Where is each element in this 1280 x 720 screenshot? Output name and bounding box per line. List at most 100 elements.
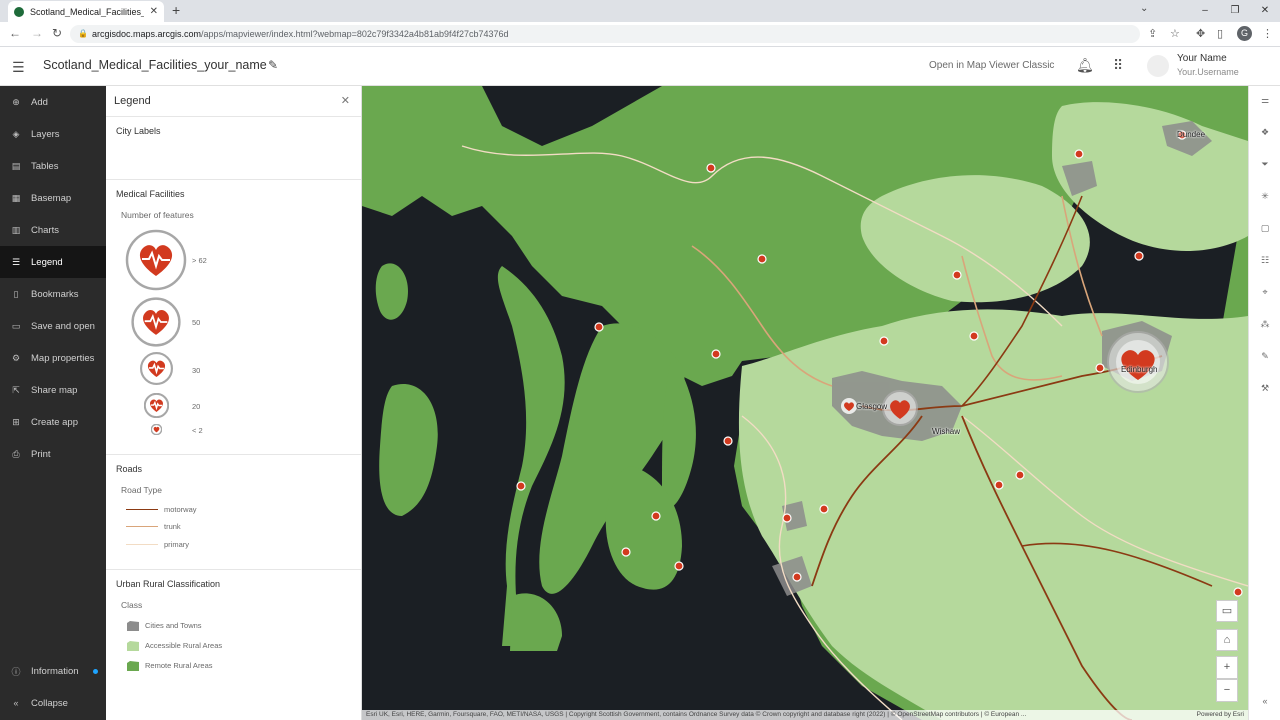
print-icon: ⎙ [12, 448, 20, 459]
legend-icon: ☰ [11, 256, 21, 267]
app-header: ☰ Scotland_Medical_Facilities_your_name … [0, 47, 1280, 86]
swatch-accessible-rural [127, 641, 139, 651]
back-icon[interactable]: ← [9, 26, 21, 40]
minimize-icon[interactable]: – [1190, 0, 1220, 22]
section-title: Urban Rural Classification [116, 579, 221, 589]
class-label: Remote Rural Areas [145, 661, 213, 670]
restore-icon[interactable]: ❐ [1220, 0, 1250, 22]
tab-title: Scotland_Medical_Facilities_your [30, 6, 144, 17]
profile-avatar[interactable]: G [1237, 26, 1252, 41]
class-label: Cities and Towns [145, 621, 202, 630]
cluster-icon[interactable]: ⁂ [1257, 319, 1273, 335]
class-label: < 2 [192, 426, 203, 435]
popups-icon[interactable]: ▢ [1257, 223, 1273, 239]
nav-item-basemap[interactable]: ▦ Basemap [0, 182, 106, 214]
styles-icon[interactable]: ❖ [1257, 127, 1273, 143]
map-title[interactable]: Scotland_Medical_Facilities_your_name [43, 58, 267, 72]
filter-icon[interactable]: ⏷ [1257, 159, 1273, 175]
nav-item-tables[interactable]: ▤ Tables [0, 150, 106, 182]
properties-sliders-icon[interactable]: ⚌ [1257, 95, 1273, 111]
close-tab-icon[interactable]: ✕ [150, 6, 158, 17]
info-icon: ⓘ [11, 666, 21, 677]
road-type-label: primary [164, 540, 190, 549]
new-tab-icon[interactable]: + [172, 2, 180, 18]
nav-collapse-button[interactable]: «Collapse [0, 687, 106, 719]
city-label-dundee: Dundee [1177, 130, 1206, 139]
nav-item-create-app[interactable]: ⊞ Create app [0, 406, 106, 438]
hamburger-menu-icon[interactable]: ☰ [12, 59, 25, 76]
gear-icon: ⚙ [11, 352, 21, 363]
expand-chevron-icon[interactable]: « [1257, 696, 1273, 712]
save-icon: ▭ [11, 320, 21, 331]
legend-section-city-labels: City Labels [106, 117, 361, 180]
close-window-icon[interactable]: ✕ [1250, 0, 1280, 22]
powered-by-esri[interactable]: Powered by Esri [1197, 710, 1244, 720]
open-classic-link[interactable]: Open in Map Viewer Classic [929, 60, 1054, 71]
url-input[interactable]: 🔒 arcgisdoc.maps.arcgis.com/apps/mapview… [70, 25, 1140, 43]
section-title: Medical Facilities [116, 189, 185, 199]
nav-item-save-and-open[interactable]: ▭ Save and open [0, 310, 106, 342]
forward-icon[interactable]: → [31, 26, 43, 40]
section-subtitle: Class [121, 600, 143, 610]
city-label-glasgow: Glasgow [856, 402, 888, 411]
user-login: Your.Username [1177, 67, 1239, 77]
map-attribution[interactable]: Esri UK, Esri, HERE, Garmin, Foursquare,… [362, 710, 1248, 720]
legend-section-roads: Roads Road Type motorway trunk primary [106, 455, 361, 570]
chart-icon: ▥ [11, 224, 21, 235]
measure-icon[interactable]: ⚒ [1257, 383, 1273, 399]
heart-symbol-large-icon [125, 229, 187, 291]
zoom-out-button[interactable]: − [1216, 679, 1238, 702]
browser-tab-bar: Scotland_Medical_Facilities_your ✕ + ⌄ –… [0, 0, 1280, 22]
sketch-icon[interactable]: ✎ [1257, 351, 1273, 367]
nav-item-charts[interactable]: ▥ Charts [0, 214, 106, 246]
section-subtitle: Number of features [121, 210, 194, 220]
plus-icon: + [1223, 661, 1231, 673]
browser-tab[interactable]: Scotland_Medical_Facilities_your ✕ [8, 1, 164, 22]
edit-title-icon[interactable]: ✎ [268, 58, 278, 72]
notifications-bell-icon[interactable]: 🔔︎ [1076, 57, 1094, 74]
nav-item-legend[interactable]: ☰ Legend [0, 246, 106, 278]
right-tool-strip: ⚌ ❖ ⏷ ✳ ▢ ☷ ⌖ ⁂ ✎ ⚒ « [1248, 86, 1280, 720]
reload-icon[interactable]: ↻ [52, 26, 62, 40]
effects-icon[interactable]: ✳ [1257, 191, 1273, 207]
notification-dot [93, 668, 98, 674]
nav-item-share-map[interactable]: ⇱ Share map [0, 374, 106, 406]
close-icon[interactable]: ✕ [341, 94, 350, 107]
class-label: > 62 [192, 256, 207, 265]
comment-icon: ▭ [1221, 605, 1233, 617]
side-panel-icon[interactable]: ▯ [1217, 27, 1223, 40]
home-extent-button[interactable]: ⌂ [1216, 629, 1238, 651]
road-type-label: trunk [164, 522, 181, 531]
class-label: Accessible Rural Areas [145, 641, 223, 650]
road-swatch-motorway [126, 509, 158, 510]
road-swatch-primary [126, 544, 158, 545]
map-popup-toggle-button[interactable]: ▭ [1216, 600, 1238, 622]
user-avatar[interactable] [1147, 55, 1169, 77]
nav-item-map-properties[interactable]: ⚙ Map properties [0, 342, 106, 374]
labels-icon[interactable]: ⌖ [1257, 287, 1273, 303]
nav-item-layers[interactable]: ◈ Layers [0, 118, 106, 150]
road-type-label: motorway [164, 505, 197, 514]
app-launcher-icon[interactable]: ⠿ [1113, 57, 1123, 74]
fields-icon[interactable]: ☷ [1257, 255, 1273, 271]
user-name[interactable]: Your Name [1177, 53, 1227, 64]
menu-kebab-icon[interactable]: ⋮ [1262, 27, 1273, 40]
nav-item-add[interactable]: ⊕ Add [0, 86, 106, 118]
basemap-canvas[interactable] [362, 86, 1248, 720]
bookmark-star-icon[interactable]: ☆ [1170, 27, 1180, 40]
table-icon: ▤ [11, 160, 21, 171]
map-view[interactable]: Dundee Glasgow Wishaw Edinburgh ▭ ⌂ + − … [362, 86, 1248, 720]
nav-item-information[interactable]: ⓘ Information [0, 655, 106, 687]
lock-icon: 🔒 [78, 29, 88, 38]
plus-circle-icon: ⊕ [12, 96, 20, 107]
tab-search-icon[interactable]: ⌄ [1140, 3, 1148, 14]
share-icon: ⇱ [12, 384, 20, 395]
share-page-icon[interactable]: ⇪ [1148, 27, 1157, 40]
home-icon: ⌂ [1223, 634, 1231, 646]
nav-item-print[interactable]: ⎙ Print [0, 438, 106, 470]
zoom-in-button[interactable]: + [1216, 656, 1238, 679]
basemap-icon: ▦ [11, 192, 21, 203]
extensions-icon[interactable]: ✥ [1196, 27, 1205, 40]
nav-item-bookmarks[interactable]: ▯ Bookmarks [0, 278, 106, 310]
attribution-text: Esri UK, Esri, HERE, Garmin, Foursquare,… [366, 711, 1027, 718]
